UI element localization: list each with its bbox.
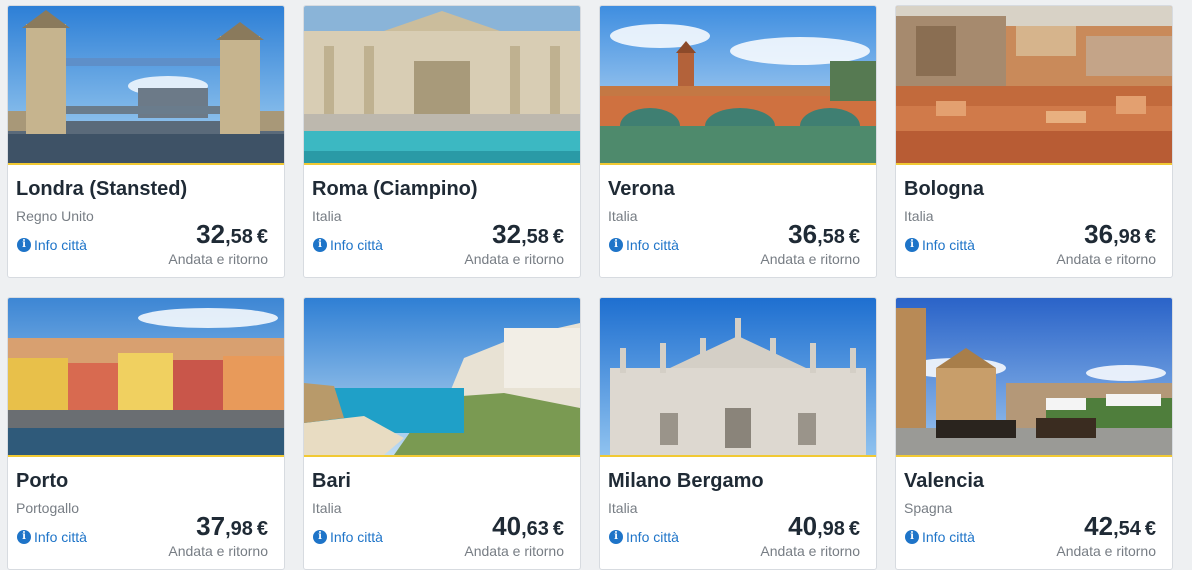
city-info-link[interactable]: i Info città bbox=[609, 237, 679, 253]
info-label: Info città bbox=[34, 237, 87, 253]
city-name: Porto bbox=[16, 470, 69, 492]
price-integer: 36 bbox=[1084, 219, 1114, 249]
price: 40,63 € bbox=[492, 511, 564, 542]
price-integer: 40 bbox=[492, 511, 522, 541]
country-name: Italia bbox=[312, 208, 342, 224]
city-name: Bologna bbox=[904, 178, 984, 200]
info-icon: i bbox=[17, 530, 31, 544]
city-info-link[interactable]: i Info città bbox=[313, 237, 383, 253]
price-currency: € bbox=[1144, 518, 1156, 540]
price-decimal: ,98 bbox=[817, 518, 845, 540]
price-currency: € bbox=[848, 518, 860, 540]
destination-card-bologna[interactable]: Bologna Italia i Info città 36,98 € Andata… bbox=[895, 5, 1173, 278]
price: 36,98 € bbox=[1084, 219, 1156, 250]
country-name: Regno Unito bbox=[16, 208, 94, 224]
country-name: Spagna bbox=[904, 500, 953, 516]
price-currency: € bbox=[552, 518, 564, 540]
price: 36,58 € bbox=[788, 219, 860, 250]
price-decimal: ,54 bbox=[1113, 518, 1141, 540]
country-name: Italia bbox=[312, 500, 342, 516]
valencia-plaza-image bbox=[896, 298, 1172, 457]
destination-card-london[interactable]: Londra (Stansted) Regno Unito i Info citt… bbox=[7, 5, 285, 278]
info-label: Info città bbox=[330, 237, 383, 253]
destination-card-bari[interactable]: Bari Italia i Info città 40,63 € Andata e … bbox=[303, 297, 581, 570]
city-name: Roma (Ciampino) bbox=[312, 178, 478, 200]
country-name: Italia bbox=[904, 208, 934, 224]
trip-type: Andata e ritorno bbox=[760, 543, 860, 559]
porto-riverside-image bbox=[8, 298, 284, 457]
price: 32,58 € bbox=[196, 219, 268, 250]
info-icon: i bbox=[609, 530, 623, 544]
price-decimal: ,58 bbox=[225, 226, 253, 248]
price-currency: € bbox=[256, 518, 268, 540]
destination-card-milan[interactable]: Milano Bergamo Italia i Info città 40,98 €… bbox=[599, 297, 877, 570]
trip-type: Andata e ritorno bbox=[464, 543, 564, 559]
destination-card-rome[interactable]: Roma (Ciampino) Italia i Info città 32,58… bbox=[303, 5, 581, 278]
price-currency: € bbox=[848, 226, 860, 248]
milan-cathedral-image bbox=[600, 298, 876, 457]
price: 40,98 € bbox=[788, 511, 860, 542]
city-name: Londra (Stansted) bbox=[16, 178, 188, 200]
info-icon: i bbox=[609, 238, 623, 252]
destination-card-valencia[interactable]: Valencia Spagna i Info città 42,54 € Andat… bbox=[895, 297, 1173, 570]
price-integer: 32 bbox=[492, 219, 522, 249]
city-info-link[interactable]: i Info città bbox=[17, 529, 87, 545]
city-name: Valencia bbox=[904, 470, 985, 492]
city-info-link[interactable]: i Info città bbox=[609, 529, 679, 545]
price: 32,58 € bbox=[492, 219, 564, 250]
bologna-rooftops-image bbox=[896, 6, 1172, 165]
trip-type: Andata e ritorno bbox=[168, 251, 268, 267]
price-integer: 32 bbox=[196, 219, 226, 249]
price-decimal: ,58 bbox=[817, 226, 845, 248]
info-label: Info città bbox=[626, 529, 679, 545]
price: 42,54 € bbox=[1084, 511, 1156, 542]
country-name: Portogallo bbox=[16, 500, 80, 516]
price-integer: 42 bbox=[1084, 511, 1114, 541]
city-info-link[interactable]: i Info città bbox=[905, 529, 975, 545]
price-currency: € bbox=[552, 226, 564, 248]
trip-type: Andata e ritorno bbox=[464, 251, 564, 267]
country-name: Italia bbox=[608, 208, 638, 224]
city-info-link[interactable]: i Info città bbox=[17, 237, 87, 253]
info-label: Info città bbox=[626, 237, 679, 253]
destination-card-verona[interactable]: Verona Italia i Info città 36,58 € Andata … bbox=[599, 5, 877, 278]
trip-type: Andata e ritorno bbox=[168, 543, 268, 559]
price-decimal: ,63 bbox=[521, 518, 549, 540]
destination-card-porto[interactable]: Porto Portogallo i Info città 37,98 € Anda… bbox=[7, 297, 285, 570]
price-decimal: ,98 bbox=[1113, 226, 1141, 248]
info-icon: i bbox=[17, 238, 31, 252]
price: 37,98 € bbox=[196, 511, 268, 542]
trip-type: Andata e ritorno bbox=[1056, 543, 1156, 559]
city-name: Verona bbox=[608, 178, 675, 200]
verona-bridge-image bbox=[600, 6, 876, 165]
info-label: Info città bbox=[922, 529, 975, 545]
price-decimal: ,58 bbox=[521, 226, 549, 248]
info-label: Info città bbox=[922, 237, 975, 253]
info-icon: i bbox=[905, 238, 919, 252]
info-icon: i bbox=[313, 530, 327, 544]
info-icon: i bbox=[905, 530, 919, 544]
price-decimal: ,98 bbox=[225, 518, 253, 540]
price-currency: € bbox=[1144, 226, 1156, 248]
city-info-link[interactable]: i Info città bbox=[313, 529, 383, 545]
tower-bridge-image bbox=[8, 6, 284, 165]
trip-type: Andata e ritorno bbox=[760, 251, 860, 267]
trip-type: Andata e ritorno bbox=[1056, 251, 1156, 267]
price-integer: 36 bbox=[788, 219, 818, 249]
price-integer: 40 bbox=[788, 511, 818, 541]
city-info-link[interactable]: i Info città bbox=[905, 237, 975, 253]
city-name: Milano Bergamo bbox=[608, 470, 764, 492]
trevi-fountain-image bbox=[304, 6, 580, 165]
city-name: Bari bbox=[312, 470, 351, 492]
price-currency: € bbox=[256, 226, 268, 248]
polignano-coast-image bbox=[304, 298, 580, 457]
info-label: Info città bbox=[34, 529, 87, 545]
country-name: Italia bbox=[608, 500, 638, 516]
info-label: Info città bbox=[330, 529, 383, 545]
info-icon: i bbox=[313, 238, 327, 252]
price-integer: 37 bbox=[196, 511, 226, 541]
